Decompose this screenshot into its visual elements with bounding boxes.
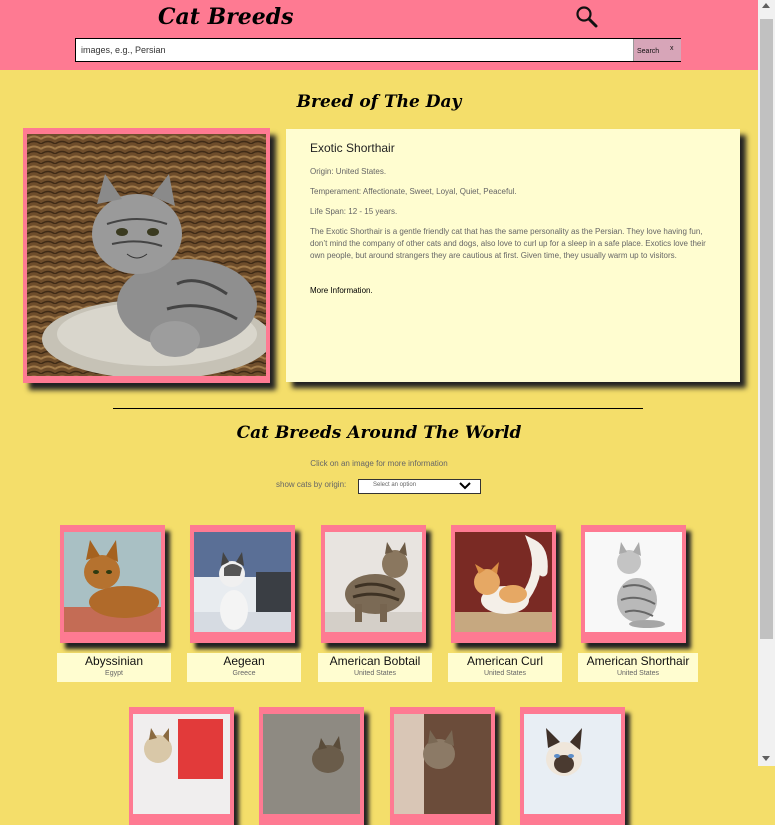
featured-breed-name: Exotic Shorthair [310,141,395,155]
breed-photo[interactable] [394,714,491,814]
scroll-thumb[interactable] [760,19,773,639]
breed-origin: Greece [232,670,256,677]
more-information-link[interactable]: More Information. [310,286,373,295]
clear-search-button[interactable]: x [670,38,674,60]
breed-origin: Egypt [105,670,123,677]
origin-filter-label: show cats by origin: [276,480,347,489]
breed-card-image[interactable] [451,525,556,643]
origin-filter-value: Select an option [373,482,417,488]
breed-card-image[interactable] [520,707,625,825]
breed-origin: United States [353,670,397,677]
breed-photo-abyssinian[interactable] [64,532,161,632]
magnifier-icon [576,6,598,28]
breed-photo-american-curl[interactable] [455,532,552,632]
featured-breed-life-span: Life Span: 12 - 15 years. [310,207,398,216]
breed-name: American Curl [466,654,544,668]
app-title: Cat Breeds [158,4,294,30]
breed-card-image[interactable] [390,707,495,825]
breed-origin: United States [616,670,660,677]
breed-card-image[interactable] [129,707,234,825]
breed-photo-aegean[interactable] [194,532,291,632]
chevron-down-icon [459,482,471,490]
breed-card-label[interactable]: Aegean Greece [187,653,301,682]
search-button-label: Search [637,48,660,55]
header-bar: Cat Breeds Search x [0,0,758,70]
breed-card-image[interactable] [259,707,364,825]
breed-name: Abyssinian [84,654,144,668]
search-box: Search x [75,38,681,62]
breed-photo-american-shorthair[interactable] [585,532,682,632]
breed-card-image[interactable] [581,525,686,643]
scroll-down-arrow-icon[interactable] [762,756,770,761]
search-input[interactable] [76,39,631,61]
breed-card-image[interactable] [60,525,165,643]
breed-card-image[interactable] [321,525,426,643]
scrollbar[interactable] [758,0,775,766]
breed-of-day-heading: Breed of The Day [296,92,462,112]
search-button[interactable]: Search x [633,39,681,61]
breed-card-label[interactable]: American Shorthair United States [578,653,698,682]
breed-origin: United States [483,670,527,677]
breed-card-label[interactable]: American Curl United States [448,653,562,682]
origin-filter-select[interactable]: Select an option [358,479,481,494]
breed-name: Aegean [223,654,265,668]
breed-card-label[interactable]: American Bobtail United States [318,653,432,682]
breed-photo-american-bobtail[interactable] [325,532,422,632]
featured-breed-temperament: Temperament: Affectionate, Sweet, Loyal,… [310,187,517,196]
featured-breed-image-frame[interactable] [23,128,270,383]
breed-card-image[interactable] [190,525,295,643]
gallery-heading: Cat Breeds Around The World [236,423,522,443]
featured-breed-origin: Origin: United States. [310,167,387,176]
breed-photo[interactable] [133,714,230,814]
scroll-up-arrow-icon[interactable] [762,3,770,8]
breed-card-label[interactable]: Abyssinian Egypt [57,653,171,682]
gallery-help-text: Click on an image for more information [310,459,448,468]
breed-name: American Bobtail [329,654,421,668]
section-divider [113,408,643,409]
featured-breed-description: The Exotic Shorthair is a gentle friendl… [310,227,706,260]
featured-breed-photo[interactable] [27,134,266,376]
featured-breed-details: Exotic Shorthair Origin: United States. … [286,129,740,382]
breed-photo[interactable] [263,714,360,814]
breed-photo[interactable] [524,714,621,814]
breed-name: American Shorthair [586,654,690,668]
